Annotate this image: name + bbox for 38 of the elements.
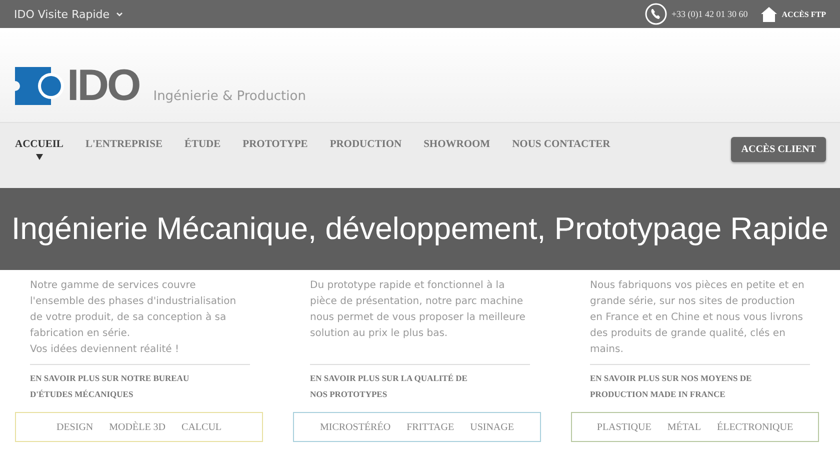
tag-link[interactable]: USINAGE — [470, 422, 514, 434]
triangle-icon — [36, 154, 43, 160]
nav-item[interactable]: ÉTUDE — [184, 137, 221, 150]
tag-link[interactable]: MODÈLE 3D — [109, 422, 166, 434]
tag-link[interactable]: PLASTIQUE — [596, 422, 652, 434]
more-link[interactable]: PRODUCTION MADE IN FRANCE — [590, 386, 810, 402]
chevron-icon — [116, 12, 123, 16]
more-link[interactable]: NOS PROTOTYPES — [310, 386, 530, 402]
nav-item[interactable]: L'ENTREPRISE — [85, 137, 162, 150]
tag-link[interactable]: ÉLECTRONIQUE — [716, 422, 794, 434]
banner-title: Ingénierie Mécanique, développement, Prototypage Rapide — [10, 212, 830, 246]
tag-link[interactable]: FRITTAGE — [406, 422, 454, 434]
logo-mark-icon — [15, 67, 65, 105]
phone-icon — [645, 3, 668, 25]
tag-link[interactable]: CALCUL — [182, 422, 222, 434]
column-text: Notre gamme de services couvre l'ensemble des phases d'industrialisation de votre produit, de sa conception à sa fabrication en série. — [30, 279, 238, 341]
tag-link[interactable]: MICROSTÉRÉO — [320, 422, 391, 434]
ftp-link[interactable]: ACCÈS FTP — [760, 5, 826, 23]
more-link[interactable]: EN SAVOIR PLUS SUR LA QUALITÉ DE — [310, 370, 530, 386]
column-text: Vos idées deviennent réalité ! — [30, 343, 180, 357]
phone-number: +33 (0)1 42 01 30 60 — [671, 9, 748, 19]
site-menu[interactable]: IDO Visite Rapide — [14, 8, 123, 20]
nav-item[interactable]: PROTOTYPE — [242, 137, 308, 150]
nav-item[interactable]: SHOWROOM — [424, 137, 490, 150]
column-text: Du prototype rapide et fonctionnel à la pièce de présentation, notre parc machine nous permet de vous proposer la meilleure solution au prix le plus bas. — [310, 279, 526, 341]
house-icon — [760, 5, 778, 23]
nav-item[interactable]: PRODUCTION — [330, 137, 402, 150]
more-link[interactable]: EN SAVOIR PLUS SUR NOTRE BUREAU — [30, 370, 250, 386]
more-link[interactable]: D'ÉTUDES MÉCANIQUES — [30, 386, 250, 402]
client-access-button[interactable]: ACCÈS CLIENT — [731, 137, 826, 162]
tag-link[interactable]: DESIGN — [56, 422, 94, 434]
more-link[interactable]: EN SAVOIR PLUS SUR NOS MOYENS DE — [590, 370, 810, 386]
nav-item[interactable]: ACCUEIL — [15, 137, 64, 160]
logo-text: IDO — [67, 66, 140, 106]
column-text: Nous fabriquons vos pièces en petite et en grande série, sur nos sites de production en France et en Chine et nous vous livrons des produits de grande qualité, clés en mains. — [590, 279, 806, 357]
tag-link[interactable]: MÉTAL — [667, 422, 701, 434]
tagline: Ingénierie & Production — [153, 89, 306, 104]
nav-item[interactable]: NOUS CONTACTER — [512, 137, 610, 150]
